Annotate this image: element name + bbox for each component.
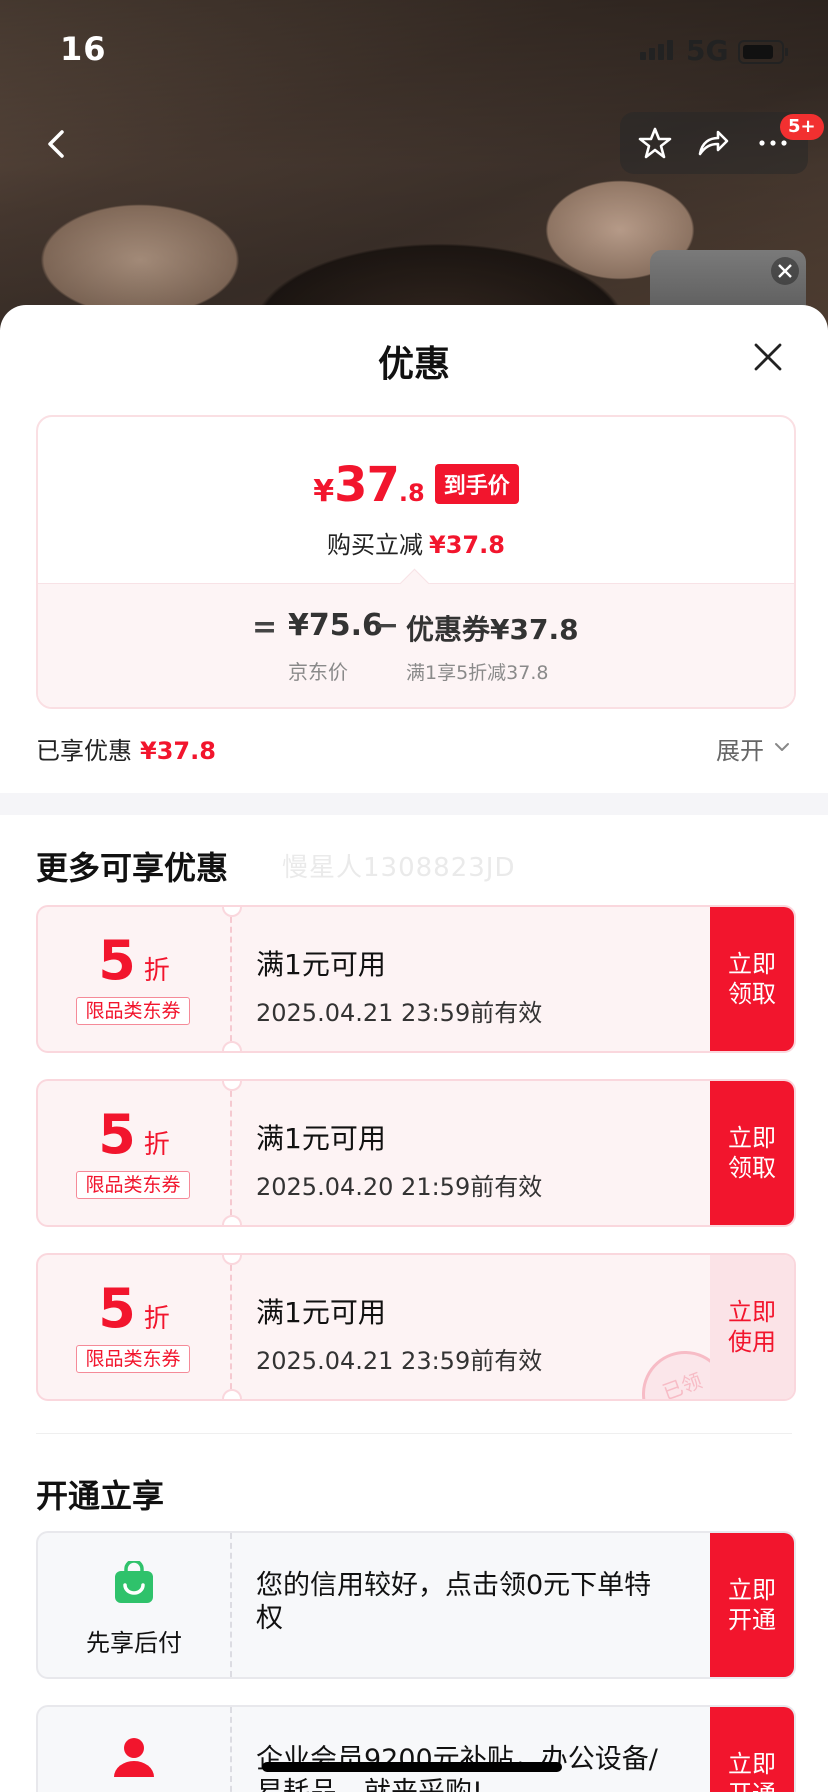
coupon-expiry: 2025.04.21 23:59前有效 [256, 999, 543, 1027]
expand-button[interactable]: 展开 [716, 731, 764, 766]
share-icon[interactable] [696, 126, 730, 160]
final-price-card: ¥37.8 到手价 购买立减 ¥37.8 = ¥75.6 − 优惠券¥37.8 京东… [36, 415, 796, 709]
claim-coupon-button[interactable]: 立即 领取 [710, 1081, 794, 1225]
coupon-deduction: 优惠券¥37.8 [406, 613, 579, 646]
person-icon [114, 1738, 154, 1777]
section-divider [0, 793, 828, 815]
sheet-title: 优惠 [377, 344, 450, 385]
favorite-star-icon[interactable] [638, 126, 672, 160]
signal-icon [640, 40, 676, 60]
coupon-rule: 满1享5折减37.8 [406, 662, 549, 684]
coupon-condition: 满1元可用 [256, 948, 386, 981]
network-label: 5G [686, 34, 729, 67]
coupon-card: 5折 限品类东券 满1元可用 2025.04.21 23:59前有效 立即 领取 [36, 905, 796, 1053]
reduce-amount: ¥37.8 [429, 531, 505, 559]
status-bar: 16 5G [0, 0, 828, 100]
coupon-expiry: 2025.04.20 21:59前有效 [256, 1173, 543, 1201]
service-card: 企业会员9200元补贴，办公设备/易耗品，就来采购! 立即 开通 [36, 1705, 796, 1792]
activate-button[interactable]: 立即 开通 [710, 1533, 794, 1677]
nav-actions [620, 112, 808, 174]
instant-reduce: 购买立减 ¥37.8 [38, 525, 794, 560]
enjoyed-amount: ¥37.8 [140, 737, 216, 765]
enjoyed-discount: 已享优惠 ¥37.8 [36, 731, 216, 766]
home-indicator [262, 1762, 562, 1772]
use-coupon-button[interactable]: 立即 使用 [710, 1255, 794, 1399]
jd-price-label: 京东价 [288, 660, 348, 684]
back-icon[interactable] [36, 124, 76, 164]
open-benefits-title: 开通立享 [36, 1477, 165, 1515]
coupon-unit: 折 [143, 1130, 170, 1160]
service-description: 您的信用较好，点击领0元下单特权 [256, 1570, 652, 1634]
activate-button[interactable]: 立即 开通 [710, 1707, 794, 1792]
price-breakdown: = ¥75.6 − 优惠券¥37.8 京东价 满1享5折减37.8 [38, 568, 794, 707]
coupon-discount: 5 [98, 1277, 136, 1340]
equals-sign: = [252, 610, 278, 645]
currency-symbol: ¥ [313, 474, 335, 509]
more-discounts-title: 更多可享优惠 [36, 849, 229, 887]
section-separator [36, 1433, 792, 1434]
close-icon[interactable] [750, 339, 786, 375]
coupon-card: 5折 限品类东券 满1元可用 2025.04.20 21:59前有效 立即 领取 [36, 1079, 796, 1227]
status-time: 16 [60, 30, 107, 68]
jd-price: ¥75.6 [288, 608, 383, 643]
coupon-scope: 限品类东券 [76, 1345, 190, 1373]
close-icon[interactable] [770, 256, 800, 286]
coupon-discount: 5 [98, 1103, 136, 1166]
cart-badge: 5+ [780, 114, 824, 140]
final-price-tag: 到手价 [434, 464, 519, 504]
coupon-condition: 满1元可用 [256, 1122, 386, 1155]
reduce-label: 购买立减 [327, 531, 424, 559]
coupon-scope: 限品类东券 [76, 997, 190, 1025]
claim-coupon-button[interactable]: 立即 领取 [710, 907, 794, 1051]
coupon-scope: 限品类东券 [76, 1171, 190, 1199]
watermark: 慢星人1308823JD [282, 853, 516, 883]
chevron-down-icon[interactable] [772, 737, 792, 757]
enjoyed-label: 已享优惠 [36, 737, 132, 765]
coupon-condition: 满1元可用 [256, 1296, 386, 1329]
battery-icon [738, 40, 788, 64]
service-card: 先享后付 您的信用较好，点击领0元下单特权 立即 开通 [36, 1531, 796, 1679]
shopping-bag-icon [115, 1561, 153, 1603]
price-integer: 37 [334, 457, 400, 513]
coupon-expiry: 2025.04.21 23:59前有效 [256, 1347, 543, 1375]
final-price: ¥37.8 到手价 [38, 457, 794, 513]
coupon-card: 5折 限品类东券 满1元可用 2025.04.21 23:59前有效 已领 立即… [36, 1253, 796, 1401]
discount-sheet: 优惠 ¥37.8 到手价 购买立减 ¥37.8 = ¥75.6 − 优惠券¥37.8… [0, 305, 828, 1792]
price-decimal: .8 [398, 479, 425, 507]
minus-sign: − [374, 608, 400, 643]
coupon-discount: 5 [98, 929, 136, 992]
coupon-unit: 折 [143, 1304, 170, 1334]
service-name: 先享后付 [86, 1629, 182, 1657]
coupon-unit: 折 [143, 956, 170, 986]
